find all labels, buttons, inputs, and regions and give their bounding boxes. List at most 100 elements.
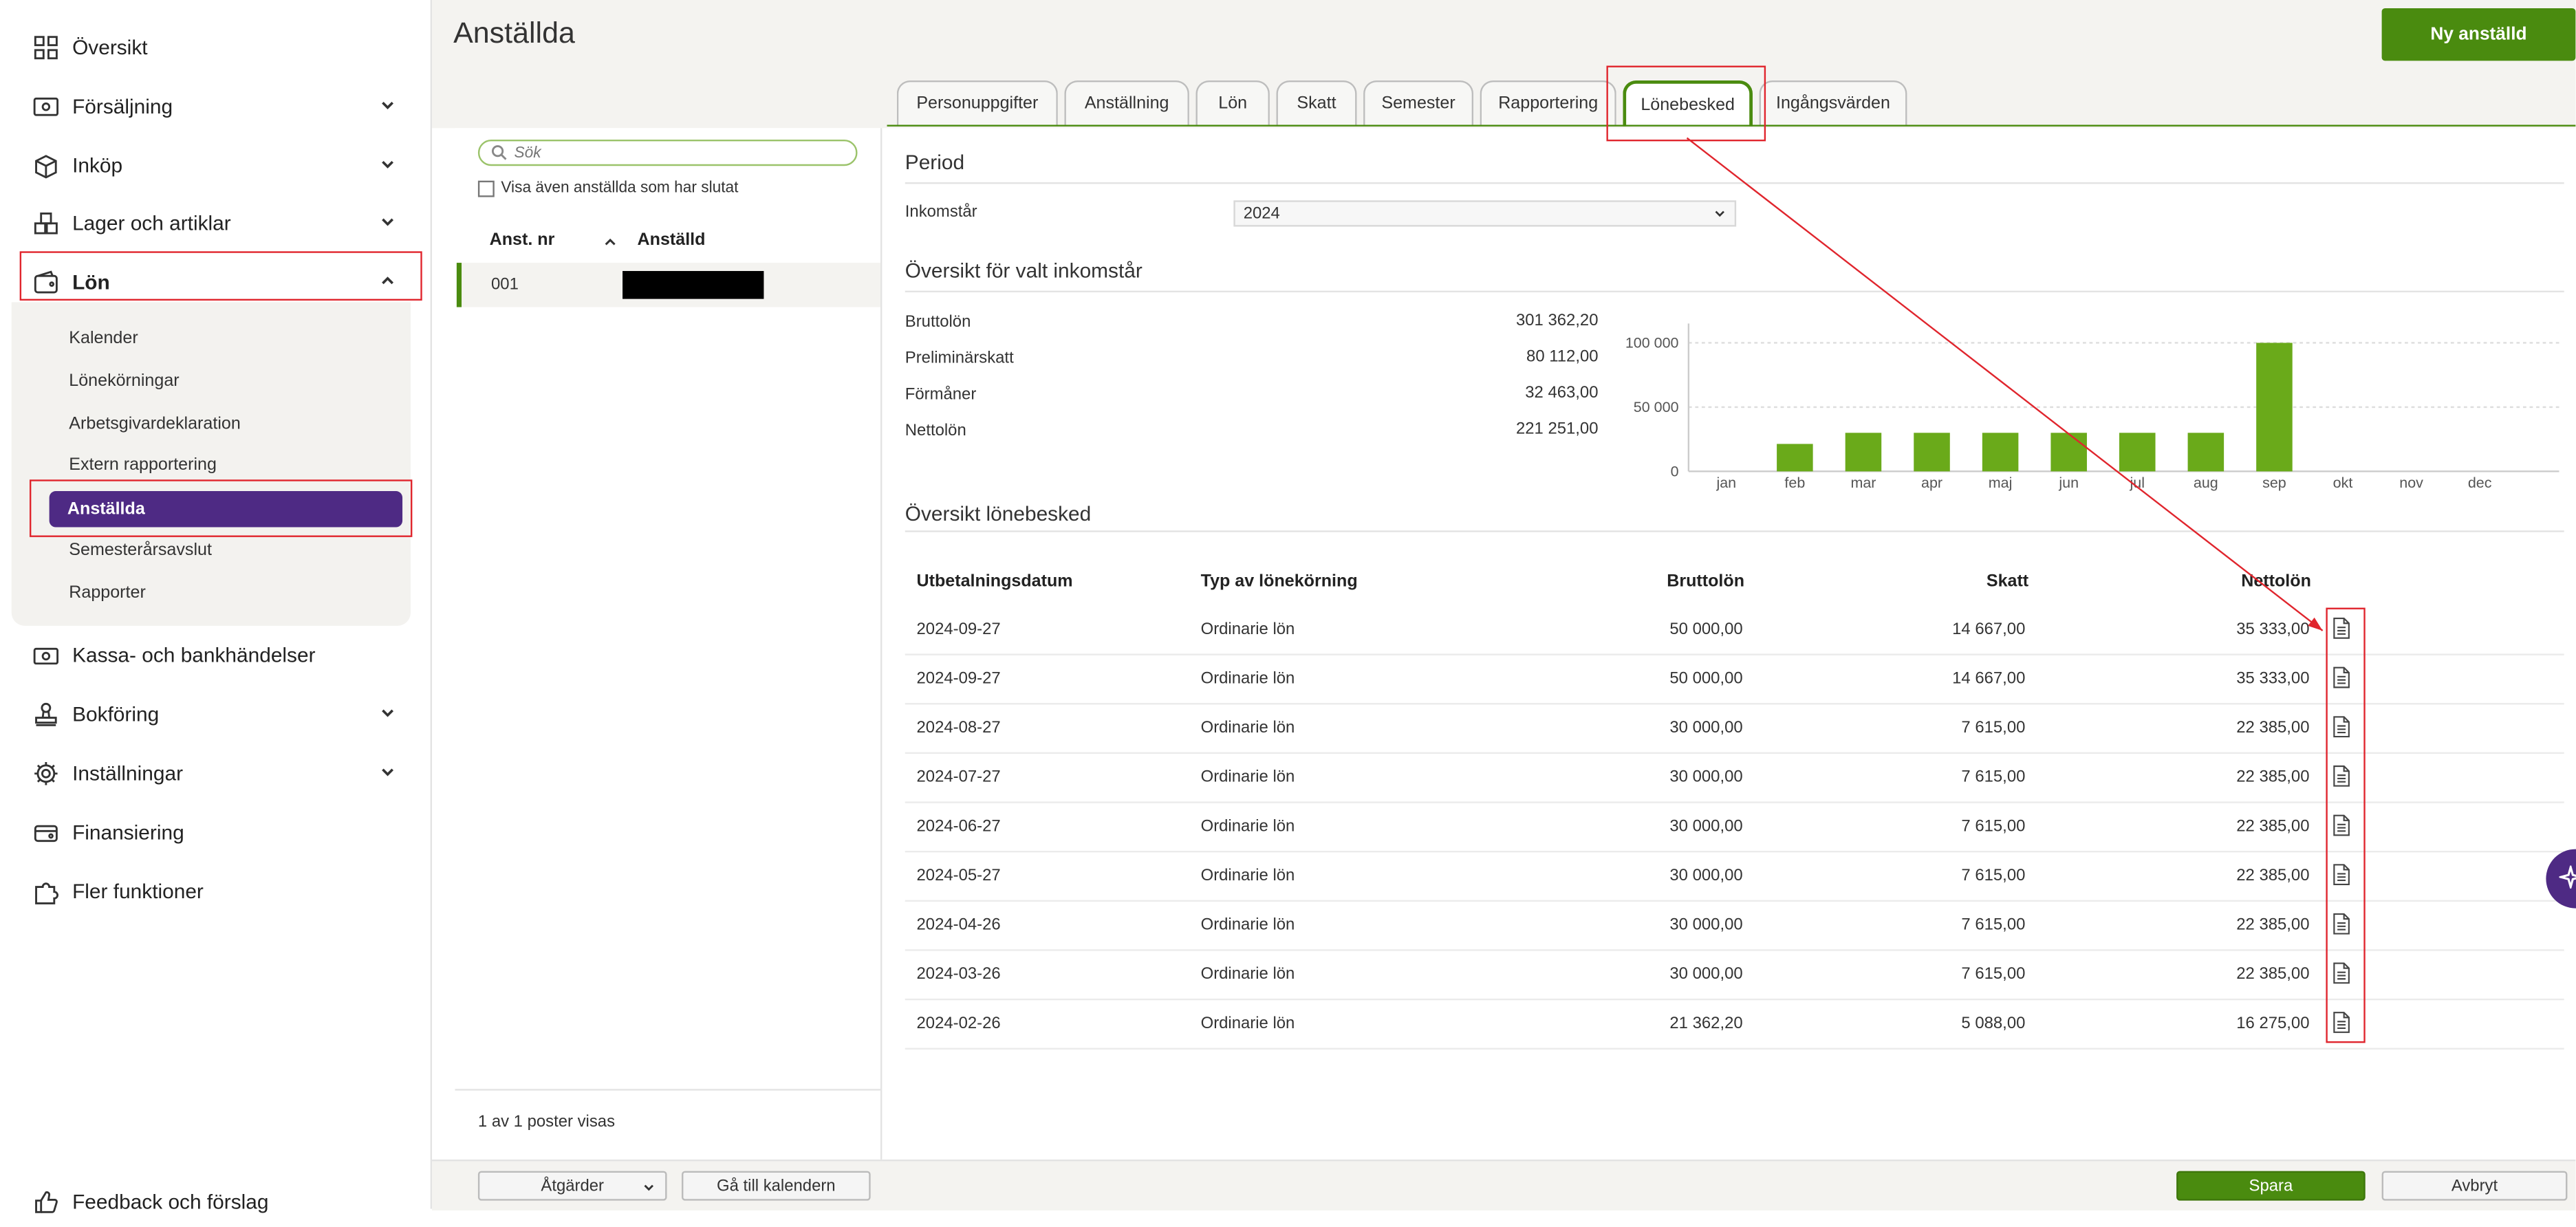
payslip-type: Ordinarie lön — [1200, 620, 1295, 639]
cash-register-icon — [33, 97, 59, 116]
nav-inkop[interactable]: Inköp — [20, 141, 422, 191]
submenu-extern-rapportering[interactable]: Extern rapportering — [69, 455, 217, 475]
chevron-down-icon — [644, 1184, 654, 1191]
payslip-tax: 7 615,00 — [1961, 916, 2026, 935]
save-button[interactable]: Spara — [2176, 1171, 2366, 1201]
summary-label: Förmåner — [905, 386, 977, 404]
payslip-tax: 14 667,00 — [1952, 620, 2026, 639]
payslip-gross: 30 000,00 — [1669, 966, 1743, 984]
grid-icon — [34, 36, 58, 60]
finance-icon — [34, 825, 58, 843]
x-tick-label: mar — [1850, 475, 1876, 491]
bar-apr[interactable] — [1914, 433, 1950, 472]
payslip-net: 35 333,00 — [2236, 620, 2310, 639]
submenu-arbetsgivardeklaration[interactable]: Arbetsgivardeklaration — [69, 414, 241, 434]
divider — [905, 290, 2564, 293]
nav-feedback[interactable]: Feedback och förslag — [20, 1177, 422, 1227]
row-divider — [905, 801, 2564, 803]
nav-installningar[interactable]: Inställningar — [20, 749, 422, 799]
row-divider — [905, 1047, 2564, 1050]
nav-fler-funktioner[interactable]: Fler funktioner — [20, 867, 422, 917]
bar-feb[interactable] — [1777, 444, 1813, 472]
bar-maj[interactable] — [1982, 433, 2019, 472]
go-to-calendar-button[interactable]: Gå till kalendern — [682, 1171, 871, 1201]
payslip-gross: 30 000,00 — [1669, 768, 1743, 787]
nav-oversikt[interactable]: Översikt — [20, 23, 422, 72]
nav-bokforing[interactable]: Bokföring — [20, 690, 422, 739]
bar-aug[interactable] — [2187, 433, 2225, 472]
payslip-net: 22 385,00 — [2236, 966, 2310, 984]
tab-anstallning[interactable]: Anställning — [1064, 80, 1189, 125]
actions-dropdown[interactable]: Åtgärder — [477, 1171, 667, 1201]
tab-ingangsvarden[interactable]: Ingångsvärden — [1759, 80, 1907, 125]
payslip-tax: 5 088,00 — [1961, 1014, 2026, 1034]
x-tick-label: sep — [2262, 475, 2286, 491]
submenu-rapporter[interactable]: Rapporter — [69, 583, 146, 603]
chevron-down-icon — [382, 768, 393, 777]
payslip-gross: 30 000,00 — [1669, 818, 1743, 836]
bar-mar[interactable] — [1845, 433, 1882, 472]
bar-jul[interactable] — [2119, 433, 2156, 472]
nav-finansiering[interactable]: Finansiering — [20, 808, 422, 858]
divider — [905, 530, 2564, 532]
tab-rapportering[interactable]: Rapportering — [1480, 80, 1616, 125]
show-inactive-label: Visa även anställda som har slutat — [501, 179, 739, 197]
row-divider — [905, 998, 2564, 1001]
payslips-title: Översikt lönebesked — [905, 502, 1092, 526]
nav-label: Feedback och förslag — [72, 1191, 269, 1214]
nav-kassa[interactable]: Kassa- och bankhändelser — [20, 631, 422, 680]
nav-label: Lager och artiklar — [72, 212, 231, 235]
row-divider — [905, 703, 2564, 705]
sidebar: Översikt Försäljning Inköp Lager och art… — [0, 0, 433, 1214]
tab-lon[interactable]: Lön — [1195, 80, 1270, 125]
column-header-nr[interactable]: Anst. nr — [490, 230, 555, 250]
payslip-tax: 7 615,00 — [1961, 768, 2026, 787]
divider — [455, 1089, 880, 1091]
annotation-box-lon — [19, 251, 422, 301]
search-field[interactable] — [477, 139, 858, 166]
payslip-tax: 7 615,00 — [1961, 867, 2026, 886]
stamp-icon — [35, 702, 57, 726]
tab-semester[interactable]: Semester — [1363, 80, 1474, 125]
x-tick-label: jan — [1715, 475, 1736, 491]
sparkle-icon — [2559, 865, 2576, 889]
x-tick-label: aug — [2194, 475, 2218, 491]
show-inactive-row[interactable]: Visa även anställda som har slutat — [477, 179, 739, 197]
tab-personuppgifter[interactable]: Personuppgifter — [896, 80, 1058, 125]
gear-icon — [34, 762, 58, 785]
sort-asc-icon[interactable] — [603, 235, 617, 249]
search-input[interactable] — [514, 143, 827, 162]
submenu-semesterarsavslut[interactable]: Semesterårsavslut — [69, 541, 212, 561]
submenu-kalender[interactable]: Kalender — [69, 329, 138, 349]
show-inactive-checkbox[interactable] — [477, 180, 495, 197]
row-divider — [905, 752, 2564, 754]
row-divider — [905, 900, 2564, 902]
summary-value: 32 463,00 — [1525, 384, 1599, 403]
summary-value: 80 112,00 — [1526, 348, 1599, 367]
income-year-label: Inkomstår — [905, 204, 977, 222]
submenu-lonekorningar[interactable]: Lönekörningar — [69, 371, 179, 391]
payslip-type: Ordinarie lön — [1200, 966, 1295, 984]
thumbs-up-icon — [35, 1191, 58, 1213]
payslip-gross: 50 000,00 — [1669, 670, 1743, 688]
nav-lager[interactable]: Lager och artiklar — [20, 199, 422, 248]
new-employee-button[interactable]: Ny anställd — [2381, 8, 2576, 61]
tab-skatt[interactable]: Skatt — [1276, 80, 1357, 125]
column-header-date: Utbetalningsdatum — [916, 572, 1073, 591]
income-year-select[interactable]: 2024 — [1233, 200, 1737, 227]
summary-value: 221 251,00 — [1515, 420, 1599, 439]
cancel-button[interactable]: Avbryt — [2381, 1171, 2568, 1201]
column-header-name[interactable]: Anställd — [638, 230, 706, 250]
x-tick-label: jun — [2058, 475, 2079, 491]
payslip-date: 2024-08-27 — [916, 719, 1001, 738]
search-icon — [491, 145, 507, 160]
overview-title: Översikt för valt inkomstår — [905, 259, 1143, 283]
column-header-net: Nettolön — [2241, 572, 2311, 591]
actions-label: Åtgärder — [541, 1177, 605, 1195]
nav-forsaljning[interactable]: Försäljning — [20, 82, 422, 131]
x-tick-label: maj — [1989, 475, 2013, 491]
bar-sep[interactable] — [2256, 343, 2293, 472]
chevron-down-icon — [382, 101, 393, 109]
bar-jun[interactable] — [2050, 433, 2087, 472]
payslip-gross: 50 000,00 — [1669, 620, 1743, 639]
